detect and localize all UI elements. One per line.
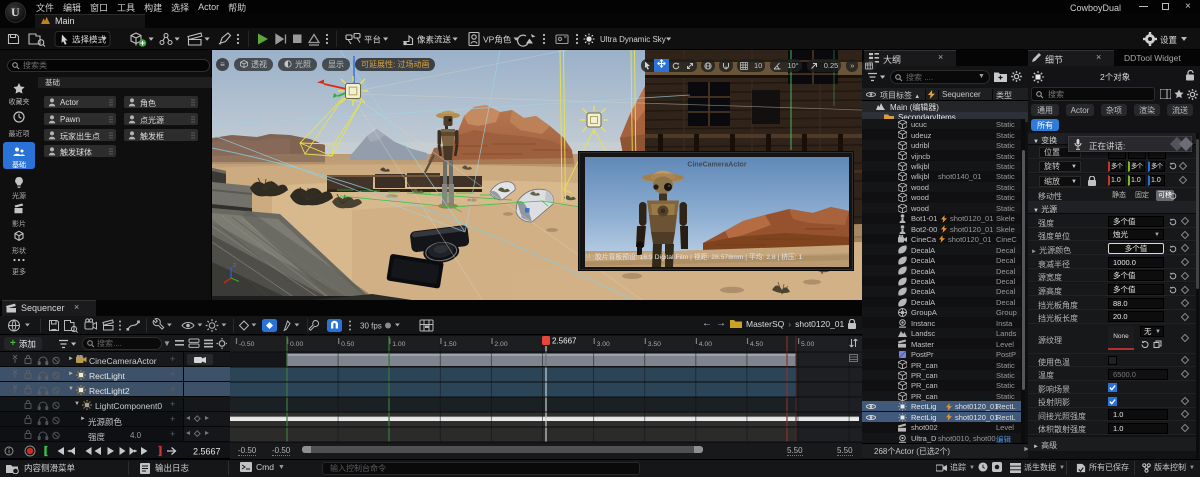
svg-text:0.50: 0.50 [341, 341, 354, 348]
svg-text:3.50: 3.50 [648, 341, 661, 348]
svg-text:5.00: 5.00 [801, 341, 814, 348]
svg-text:4.50: 4.50 [750, 341, 763, 348]
svg-text:3.00: 3.00 [597, 341, 610, 348]
svg-text:设置: 设置 [1160, 35, 1178, 45]
svg-text:0.00: 0.00 [290, 341, 303, 348]
svg-text:2.5667: 2.5667 [193, 447, 221, 457]
svg-text:2.00: 2.00 [494, 341, 507, 348]
svg-text:1.50: 1.50 [443, 341, 456, 348]
svg-text:2.5667: 2.5667 [552, 337, 577, 346]
svg-text:-0.50: -0.50 [239, 341, 255, 348]
svg-text:4.00: 4.00 [699, 341, 712, 348]
svg-text:1.00: 1.00 [392, 341, 405, 348]
